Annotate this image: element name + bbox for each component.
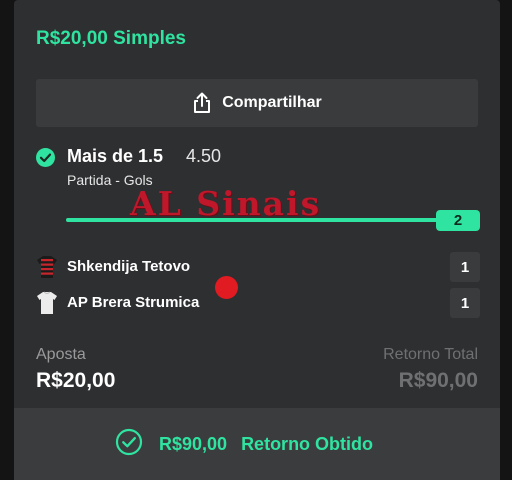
red-dot-marker — [215, 276, 238, 299]
jersey-icon — [36, 291, 58, 320]
stake-label: Aposta — [36, 346, 86, 363]
team-score: 1 — [450, 252, 480, 282]
watermark: AL Sinais — [130, 184, 322, 223]
odds-value: 4.50 — [186, 146, 222, 166]
result-amount: R$90,00 — [159, 434, 228, 454]
bet-card: R$20,00 Simples Compartilhar Mais de 1.5… — [14, 0, 500, 480]
market-name: Mais de 1.5 — [67, 146, 164, 166]
share-icon — [192, 92, 212, 114]
team-row: Shkendija Tetovo 1 — [36, 252, 480, 282]
team-score: 1 — [450, 288, 480, 318]
result-bar: R$90,00 Retorno Obtido — [14, 408, 500, 480]
bet-title: R$20,00 Simples — [36, 28, 186, 49]
jersey-icon — [36, 255, 58, 284]
team-row: AP Brera Strumica 1 — [36, 288, 480, 318]
share-button[interactable]: Compartilhar — [36, 79, 478, 127]
team-name: AP Brera Strumica — [67, 294, 200, 311]
share-label: Compartilhar — [222, 94, 322, 111]
progress-badge: 2 — [436, 210, 480, 231]
check-circle-icon — [115, 428, 143, 461]
team-name: Shkendija Tetovo — [67, 258, 191, 275]
stake-value: R$20,00 — [36, 369, 116, 392]
result-text: Retorno Obtido — [241, 434, 374, 454]
return-value: R$90,00 — [398, 369, 478, 392]
check-circle-icon — [36, 148, 55, 172]
return-label: Retorno Total — [383, 346, 478, 363]
